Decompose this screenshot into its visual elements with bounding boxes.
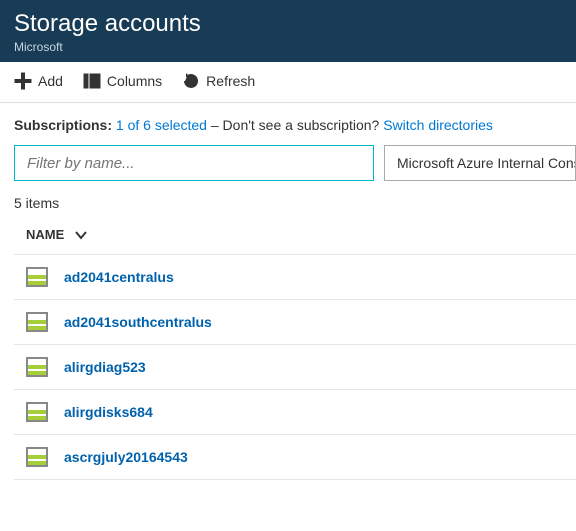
subscriptions-label: Subscriptions: [14, 117, 112, 133]
plus-icon [14, 72, 32, 90]
item-name[interactable]: alirgdisks684 [64, 404, 153, 420]
table-row[interactable]: alirgdisks684 [14, 389, 576, 434]
table-row[interactable]: ad2041centralus [14, 254, 576, 299]
item-name[interactable]: alirgdiag523 [64, 359, 146, 375]
subscriptions-hint: Don't see a subscription? [223, 117, 384, 133]
column-header-name[interactable]: NAME [14, 227, 576, 254]
item-name[interactable]: ad2041centralus [64, 269, 174, 285]
storage-account-icon [26, 312, 48, 332]
content: Subscriptions: 1 of 6 selected – Don't s… [0, 103, 576, 480]
refresh-button[interactable]: Refresh [182, 72, 255, 90]
scope-dropdown-value: Microsoft Azure Internal Consumption [397, 155, 576, 171]
table-row[interactable]: ascrgjuly20164543 [14, 434, 576, 480]
columns-icon [83, 72, 101, 90]
item-name[interactable]: ad2041southcentralus [64, 314, 212, 330]
filter-input[interactable] [14, 145, 374, 181]
filter-row: Microsoft Azure Internal Consumption [14, 145, 576, 181]
chevron-down-icon [74, 228, 88, 242]
item-count: 5 items [14, 195, 576, 211]
refresh-label: Refresh [206, 73, 255, 89]
page-title: Storage accounts [14, 10, 562, 38]
toolbar: Add Columns Refresh [0, 62, 576, 103]
subscriptions-line: Subscriptions: 1 of 6 selected – Don't s… [14, 117, 576, 133]
table-row[interactable]: ad2041southcentralus [14, 299, 576, 344]
item-name[interactable]: ascrgjuly20164543 [64, 449, 188, 465]
scope-dropdown[interactable]: Microsoft Azure Internal Consumption [384, 145, 576, 181]
subscriptions-dash: – [211, 117, 223, 133]
storage-account-icon [26, 267, 48, 287]
storage-account-icon [26, 402, 48, 422]
add-label: Add [38, 73, 63, 89]
storage-account-icon [26, 357, 48, 377]
page-subtitle: Microsoft [14, 40, 562, 54]
column-header-name-label: NAME [26, 227, 64, 242]
columns-button[interactable]: Columns [83, 72, 162, 90]
columns-label: Columns [107, 73, 162, 89]
page-header: Storage accounts Microsoft [0, 0, 576, 62]
table-row[interactable]: alirgdiag523 [14, 344, 576, 389]
add-button[interactable]: Add [14, 72, 63, 90]
switch-directories-link[interactable]: Switch directories [383, 117, 493, 133]
items-list: ad2041centralus ad2041southcentralus ali… [14, 254, 576, 480]
subscriptions-selected-link[interactable]: 1 of 6 selected [116, 117, 207, 133]
storage-account-icon [26, 447, 48, 467]
refresh-icon [182, 72, 200, 90]
